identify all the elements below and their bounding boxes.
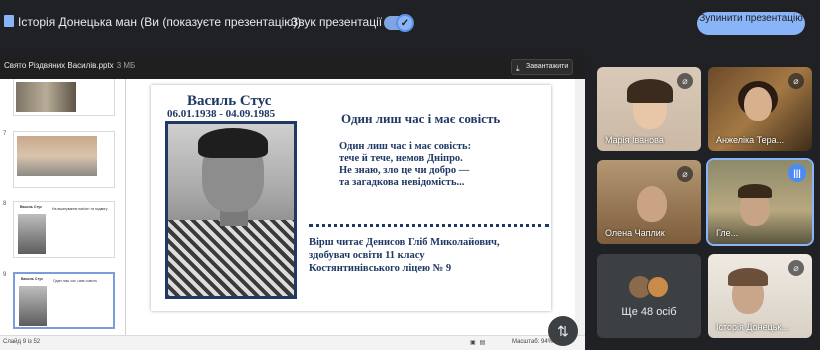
thumbnail-title: Василь Стус [20,205,43,209]
audio-wave-icon: ||| [788,164,806,182]
zoom-level[interactable]: Масштаб: 94% [512,339,553,345]
slide-poem: Один лиш час і має совість: тече й тече,… [339,141,471,189]
reader-line: здобувач освіти 11 класу [309,250,425,261]
portrait-photo [165,121,297,299]
mic-off-icon: ⌀ [788,73,804,89]
participant-name: Історія Донецьк... [716,322,789,332]
mic-off-icon: ⌀ [677,166,693,182]
presentation-title: Історія Донецька ман (Ви (показуєте през… [18,15,302,29]
dotted-divider [309,224,549,227]
thumbnail-number: 7 [3,131,7,137]
mic-off-icon: ⌀ [677,73,693,89]
poem-line: тече й тече, немов Дніпро. [339,153,463,164]
participant-tile[interactable]: ⌀ Олена Чаплик [597,160,701,244]
thumbnail-image [16,82,76,112]
slide-thumbnail-selected[interactable]: Василь Стус Один лиш час і має совість [13,272,115,329]
stop-presenting-button[interactable]: Зупинити презентацію [697,12,805,35]
mic-off-icon: ⌀ [788,260,804,276]
meet-window: Історія Донецька ман (Ви (показуєте през… [0,0,820,350]
thumbnail-image [17,136,97,176]
vertical-scrollbar[interactable] [575,79,585,335]
participant-name: Олена Чаплик [605,228,665,238]
poem-line: Не знаю, зло це чи добро — [339,165,470,176]
more-participants-tile[interactable]: Ще 48 осіб [597,254,701,338]
file-size: 3 МБ [116,61,136,70]
participant-name: Марія Іванова [605,135,664,145]
portrait-hair [198,128,268,158]
slide-thumbnail[interactable] [13,131,115,188]
slide-thumbnail[interactable]: Василь Стус На вшанування пам'яті та под… [13,201,115,258]
current-slide: Василь Стус 06.01.1938 - 04.09.1985 Один… [151,85,551,311]
slide-heading: Один лиш час і має совість [341,111,501,126]
poem-line: та загадкова невідомість... [339,177,465,188]
participant-tile[interactable]: ⌀ Марія Іванова [597,67,701,151]
slide-dates: 06.01.1938 - 04.09.1985 [167,108,276,120]
reader-line: Костянтинівського ліцею № 9 [309,263,452,274]
more-participants-label: Ще 48 осіб [621,306,677,318]
thumbnail-photo [19,286,47,326]
participant-video [637,186,667,222]
ppt-header: Свято Різдвяних Василів.pptx 3 МБ ⤓ Заван… [0,55,585,79]
file-name-text: Свято Різдвяних Василів.pptx [4,61,114,70]
participant-name: Анжеліка Тера... [716,135,785,145]
shared-presentation: Свято Різдвяних Василів.pptx 3 МБ ⤓ Заван… [0,55,585,350]
file-name: Свято Різдвяних Василів.pptx 3 МБ [4,61,135,70]
download-icon: ⤓ [516,64,520,73]
status-bar: Слайд 9 із 52 ▣▤ Масштаб: 94% [0,335,585,350]
thumbnail-number: 9 [3,272,7,278]
portrait-shirt [168,220,294,296]
thumbnail-photo [18,214,46,254]
download-button[interactable]: ⤓ Завантажити [511,59,573,75]
participant-hair [728,268,768,286]
participant-tile[interactable]: ⌀ Історія Донецьк... [708,254,812,338]
thumbnail-number: 8 [3,201,7,207]
participant-tile-active[interactable]: ||| Гле... [706,158,814,246]
reader-line: Вірш читає Денисов Гліб Миколайович, [309,237,500,248]
slide-counter: Слайд 9 із 52 [3,339,41,345]
presentation-bar: Історія Донецька ман (Ви (показуєте през… [0,0,820,44]
thumbnail-subtitle: На вшанування пам'яті та подвигу [52,207,108,211]
thumbnail-subtitle: Один лиш час і має совість [53,279,98,283]
participant-hair [627,79,673,103]
participant-tile[interactable]: ⌀ Анжеліка Тера... [708,67,812,151]
slide-reader-info: Вірш читає Денисов Гліб Миколайович, здо… [309,236,500,275]
participant-name: Гле... [716,228,739,238]
poem-line: Один лиш час і має совість: [339,141,472,152]
sound-label: Звук презентації [291,15,383,29]
check-icon[interactable]: ✓ [396,14,414,32]
avatar [647,276,669,298]
slide-canvas: Василь Стус 06.01.1938 - 04.09.1985 Один… [127,79,575,335]
participant-video [744,87,772,121]
others-avatars [629,276,671,298]
slide-thumbnails[interactable]: 7 8 Василь Стус На вшанування пам'яті та… [0,79,126,335]
presentation-icon [4,15,14,27]
participant-hair [738,184,772,198]
download-label: Завантажити [526,63,569,70]
view-buttons[interactable]: ▣▤ [470,339,489,346]
thumbnail-title: Василь Стус [21,277,44,281]
swap-icon[interactable]: ⇅ [548,316,578,346]
slide-thumbnail[interactable] [13,79,115,116]
